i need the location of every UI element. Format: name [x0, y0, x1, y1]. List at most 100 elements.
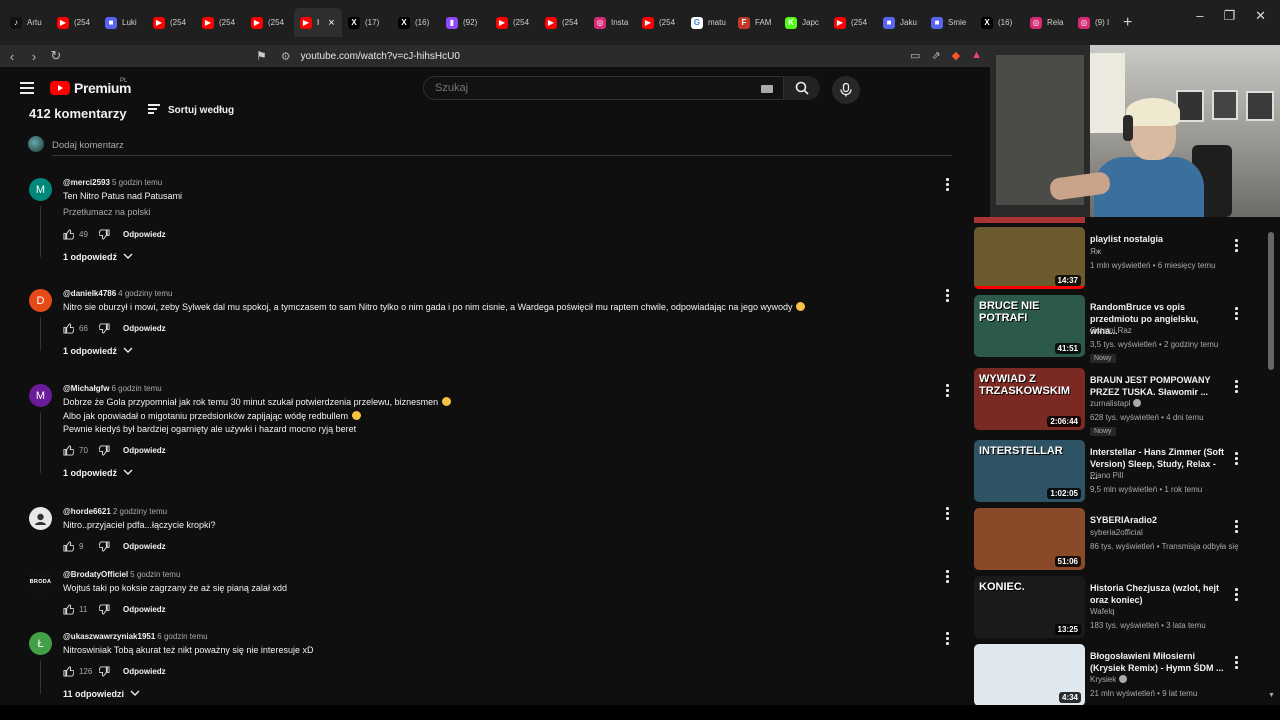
like-icon[interactable]	[63, 228, 75, 241]
commenter-avatar[interactable]: M	[29, 178, 52, 201]
video-thumbnail[interactable]: WYWIAD Z TRZASKOWSKIM 2:06:44	[974, 368, 1085, 430]
like-icon[interactable]	[63, 444, 75, 457]
video-menu-icon[interactable]	[1235, 588, 1239, 603]
scroll-down-icon[interactable]: ▼	[1268, 692, 1275, 699]
comment-author[interactable]: @Michałgfw	[63, 384, 109, 393]
show-replies-button[interactable]: 1 odpowiedź	[63, 346, 133, 356]
channel-name[interactable]: Wafelq	[1090, 607, 1115, 616]
brave-shield-icon[interactable]: ◆	[952, 49, 960, 62]
video-thumbnail[interactable]: KONIEC. 13:25	[974, 576, 1085, 638]
browser-tab[interactable]: K Japc	[779, 8, 828, 37]
browser-tab[interactable]: ♪ Artu	[4, 8, 51, 37]
share-icon[interactable]: ⇗	[931, 49, 940, 62]
recommended-video[interactable]: 4:34 Błogosławieni Miłosierni (Krysiek Re…	[965, 644, 1280, 705]
comment-author[interactable]: @BrodatyOfficiel	[63, 570, 128, 579]
search-button[interactable]	[784, 76, 820, 100]
video-menu-icon[interactable]	[1235, 452, 1239, 467]
recommended-video[interactable]: WYWIAD Z TRZASKOWSKIM 2:06:44 BRAUN JEST P…	[965, 368, 1280, 436]
dislike-icon[interactable]	[99, 228, 111, 241]
search-input[interactable]	[435, 82, 735, 94]
channel-name[interactable]: syberia2official	[1090, 528, 1143, 537]
comment-menu-icon[interactable]	[946, 289, 950, 304]
new-tab-icon[interactable]: +	[1123, 14, 1132, 32]
browser-tab[interactable]: ▶ (254	[196, 8, 245, 37]
site-settings-icon[interactable]: ⚙	[281, 50, 291, 63]
browser-tab[interactable]: ■ Luki	[99, 8, 147, 37]
dislike-icon[interactable]	[99, 665, 111, 678]
dislike-icon[interactable]	[99, 444, 111, 457]
youtube-premium-logo[interactable]: Premium	[50, 80, 132, 96]
browser-tab[interactable]: ■ Jaku	[877, 8, 925, 37]
recommended-video[interactable]: 14:37 playlist nostalgia Яж 1 mln wyświetle…	[965, 227, 1280, 291]
sidebar-scrollbar[interactable]	[1268, 232, 1274, 370]
channel-name[interactable]: Яж	[1090, 247, 1101, 256]
channel-name[interactable]: Ostatni Raz	[1090, 326, 1132, 335]
comment-menu-icon[interactable]	[946, 384, 950, 399]
comment-time[interactable]: 6 godzin temu	[111, 384, 161, 393]
commenter-avatar[interactable]: M	[29, 384, 52, 407]
browser-tab[interactable]: ▶ I ×	[294, 8, 342, 37]
video-thumbnail[interactable]: 51:06	[974, 508, 1085, 570]
browser-tab[interactable]: ◎ Rela	[1024, 8, 1072, 37]
comment-menu-icon[interactable]	[946, 570, 950, 585]
video-title[interactable]: Historia Chezjusza (wzlot, hejt oraz kon…	[1090, 582, 1225, 606]
comment-menu-icon[interactable]	[946, 507, 950, 522]
browser-tab[interactable]: ■ Smie	[925, 8, 975, 37]
search-box[interactable]	[423, 76, 784, 100]
like-icon[interactable]	[63, 603, 75, 616]
video-menu-icon[interactable]	[1235, 656, 1239, 671]
dislike-icon[interactable]	[99, 322, 111, 335]
browser-tab[interactable]: ▮ (92)	[440, 8, 490, 37]
sort-comments-button[interactable]: Sortuj według	[148, 104, 234, 116]
like-icon[interactable]	[63, 665, 75, 678]
reply-button[interactable]: Odpowiedz	[123, 446, 166, 455]
channel-name[interactable]: Piano Pill	[1090, 471, 1123, 480]
browser-tab[interactable]: Gmatu	[685, 8, 732, 37]
browser-tab[interactable]: ▶ (254	[51, 8, 99, 37]
comment-author[interactable]: @danielk4786	[63, 289, 116, 298]
browser-tab[interactable]: F FAM	[732, 8, 779, 37]
browser-tab[interactable]: X (16)	[392, 8, 440, 37]
channel-name[interactable]: Krysiek	[1090, 675, 1128, 684]
browser-tab[interactable]: ◎ (9) I	[1072, 8, 1115, 37]
reload-icon[interactable]: ↻	[46, 48, 66, 64]
reply-button[interactable]: Odpowiedz	[123, 324, 166, 333]
recommended-video[interactable]: 51:06 SYBERIAradio2 syberia2official 86 tys…	[965, 508, 1280, 572]
commenter-avatar[interactable]: Ł	[29, 632, 52, 655]
channel-name[interactable]: zurnalistapl	[1090, 399, 1142, 408]
video-title[interactable]: SYBERIAradio2	[1090, 514, 1225, 526]
reply-button[interactable]: Odpowiedz	[123, 605, 166, 614]
comment-time[interactable]: 5 godzin temu	[112, 178, 162, 187]
video-menu-icon[interactable]	[1235, 380, 1239, 395]
video-thumbnail[interactable]: INTERSTELLAR 1:02:05	[974, 440, 1085, 502]
reply-button[interactable]: Odpowiedz	[123, 230, 166, 239]
browser-tab[interactable]: ▶ (254	[539, 8, 588, 37]
recommended-video[interactable]: KONIEC. 13:25 Historia Chezjusza (wzlot, h…	[965, 576, 1280, 640]
browser-tab[interactable]: ▶ (254	[828, 8, 877, 37]
back-icon[interactable]: ‹	[2, 49, 22, 64]
browser-tab[interactable]: ▶ (254	[245, 8, 294, 37]
keyboard-icon[interactable]	[761, 85, 773, 93]
add-comment-input[interactable]: Dodaj komentarz	[52, 140, 124, 151]
recommended-video[interactable]: BRUCE NIE POTRAFI 41:51 RandomBruce vs opi…	[965, 295, 1280, 363]
show-replies-button[interactable]: 1 odpowiedź	[63, 252, 133, 262]
show-replies-button[interactable]: 1 odpowiedź	[63, 468, 133, 478]
comment-time[interactable]: 4 godziny temu	[118, 289, 172, 298]
translate-link[interactable]: Przetłumacz na polski	[63, 207, 151, 217]
recommended-video[interactable]: INTERSTELLAR 1:02:05 Interstellar - Hans Z…	[965, 440, 1280, 504]
comment-menu-icon[interactable]	[946, 178, 950, 193]
video-menu-icon[interactable]	[1235, 239, 1239, 254]
browser-tab[interactable]: ▶ (254	[147, 8, 196, 37]
like-icon[interactable]	[63, 322, 75, 335]
comment-author[interactable]: @horde6621	[63, 507, 111, 516]
commenter-avatar[interactable]	[29, 507, 52, 530]
browser-tab[interactable]: ▶ (254	[490, 8, 539, 37]
dislike-icon[interactable]	[99, 603, 111, 616]
video-thumbnail[interactable]: BRUCE NIE POTRAFI 41:51	[974, 295, 1085, 357]
comment-menu-icon[interactable]	[946, 632, 950, 647]
video-menu-icon[interactable]	[1235, 307, 1239, 322]
commenter-avatar[interactable]: BRODA	[29, 570, 52, 593]
browser-tab[interactable]: ▶ (254	[636, 8, 685, 37]
rewards-icon[interactable]: ▲	[971, 49, 982, 62]
video-title[interactable]: playlist nostalgia	[1090, 233, 1225, 245]
